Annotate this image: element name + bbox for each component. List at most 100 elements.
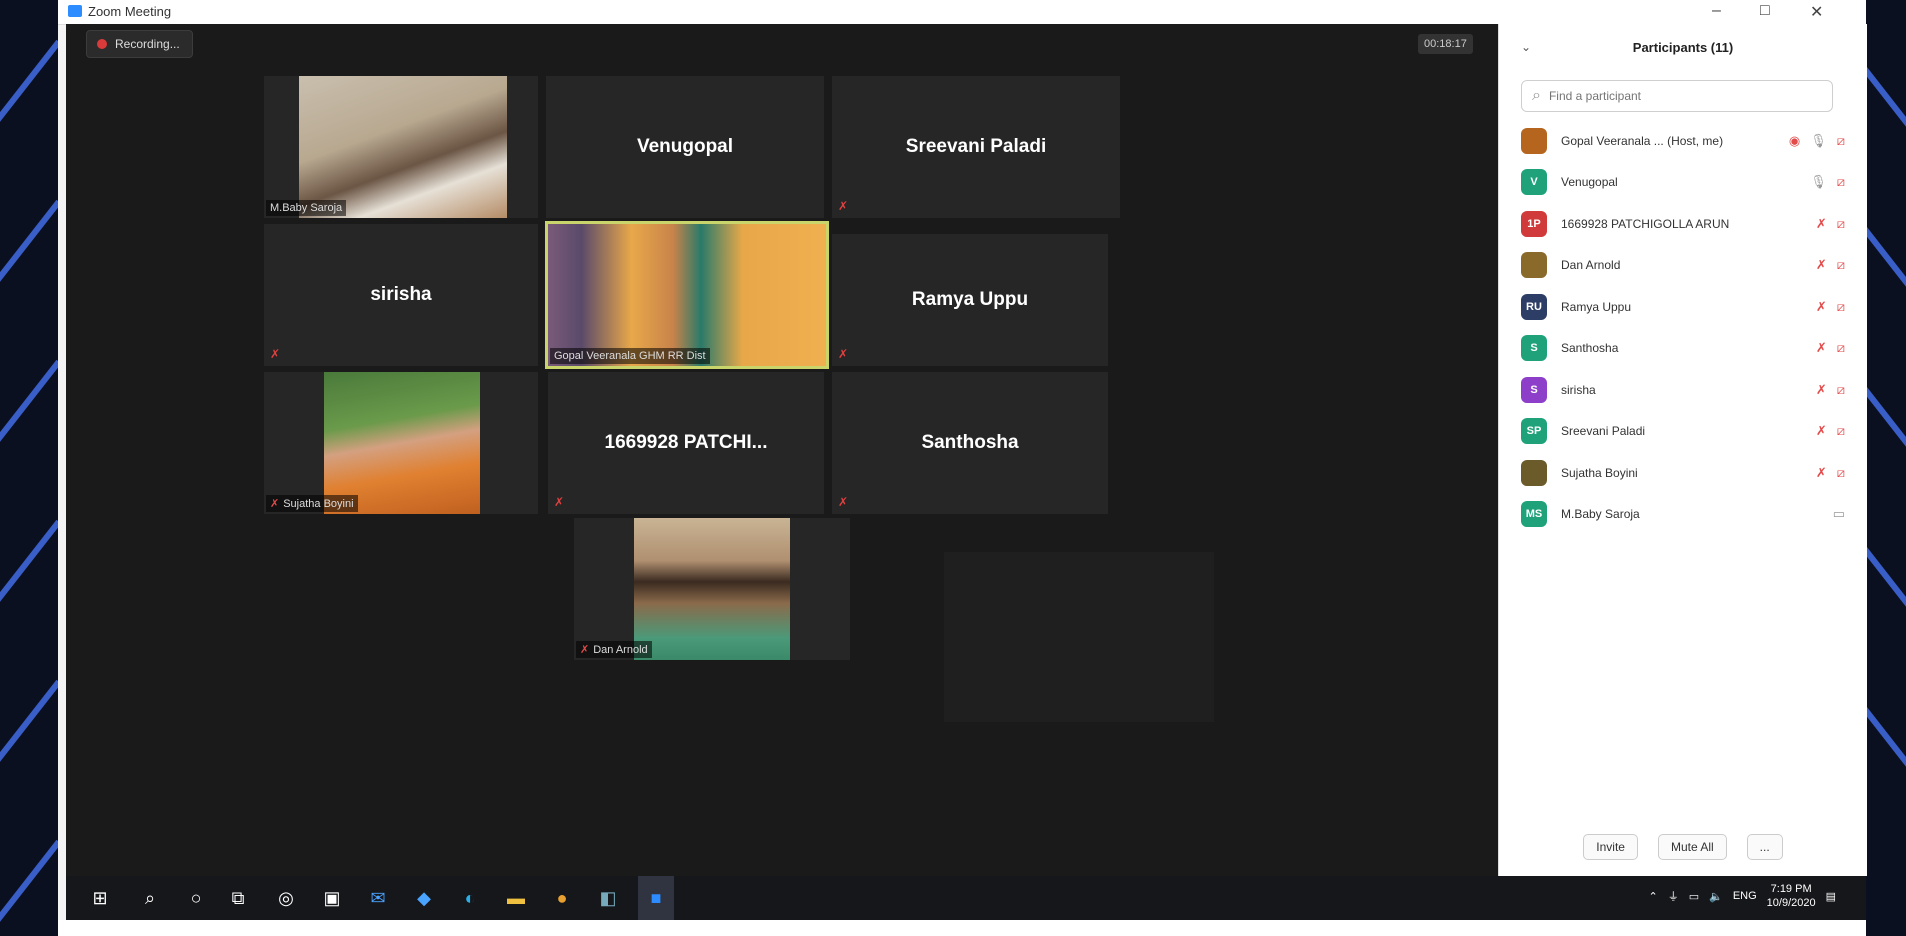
video-tile[interactable]: Venugopal [546,76,824,218]
zoom-app-icon [68,5,82,17]
chevron-up-icon[interactable]: ⌃ [1648,890,1657,903]
active-speaker-tile[interactable]: Gopal Veeranala GHM RR Dist [545,221,829,369]
volume-icon[interactable]: 🔈 [1709,890,1723,903]
invite-button[interactable]: Invite [1583,834,1638,860]
video-off-icon[interactable]: ⧄ [1837,465,1845,481]
participant-name: M.Baby Saroja [1561,507,1640,522]
search-icon[interactable]: ⌕ [138,886,162,910]
mute-all-button[interactable]: Mute All [1657,834,1727,860]
video-off-icon[interactable]: ⧄ [1837,382,1845,398]
video-tile[interactable]: sirisha ✗ [264,224,538,366]
meeting-area: Recording... 00:18:17 M.Baby Saroja Venu… [66,24,1498,876]
mic-muted-icon[interactable]: ✗ [1816,382,1827,398]
windows-start-icon[interactable]: ⊞ [88,886,112,910]
video-off-icon[interactable]: ⧄ [1837,423,1845,439]
mic-icon[interactable]: 🎙 [1810,133,1827,149]
avatar: S [1521,335,1547,362]
cortana-icon[interactable]: ○ [184,886,208,910]
participant-name: Sujatha Boyini [1561,465,1638,480]
participant-video [299,76,507,218]
mic-muted-icon[interactable]: ✗ [1816,216,1827,232]
video-off-icon[interactable]: ⧄ [1837,133,1845,149]
participants-panel: ⌄ Participants (11) ⌕ Gopal Veeranala ..… [1498,24,1867,876]
panel-actions: Invite Mute All ... [1499,834,1867,860]
video-tile[interactable]: Sreevani Paladi ✗ [832,76,1120,218]
participant-name: Gopal Veeranala ... (Host, me) [1561,133,1724,148]
mic-muted-icon: ✗ [554,495,565,509]
edge-icon[interactable]: ◐ [458,886,482,910]
messenger-icon[interactable]: ◆ [412,886,436,910]
tile-name: sirisha [370,284,432,305]
mic-muted-icon[interactable]: ✗ [1816,465,1827,481]
recording-label: Recording... [115,37,180,51]
close-button[interactable]: ✕ [1810,2,1823,22]
participant-row[interactable]: RU Ramya Uppu ✗ ⧄ [1499,286,1867,328]
avatar: V [1521,169,1547,196]
video-tile[interactable]: Santhosha ✗ [832,372,1108,514]
task-view-icon[interactable]: ⧉ [226,886,250,910]
tile-name: 1669928 PATCHI... [604,432,768,453]
avatar: MS [1521,501,1547,528]
record-icon: ◉ [1788,132,1801,148]
chrome-icon[interactable]: ● [550,886,574,910]
mic-muted-icon[interactable]: ✗ [1816,423,1827,439]
participant-row[interactable]: SP Sreevani Paladi ✗ ⧄ [1499,411,1867,453]
store-icon[interactable]: ▣ [320,886,344,910]
browser-icon[interactable]: ◎ [274,886,298,910]
screen-frame: Zoom Meeting – □ ✕ Recording... 00:18:17… [58,0,1867,936]
usb-icon[interactable]: ⏚ [1668,888,1679,904]
file-explorer-icon[interactable]: ▬ [504,886,528,910]
meeting-timer: 00:18:17 [1418,34,1473,54]
tile-label: ✗ Dan Arnold [576,641,652,658]
video-off-icon[interactable]: ⧄ [1837,174,1845,190]
participant-row[interactable]: 1P 1669928 PATCHIGOLLA ARUN ✗ ⧄ [1499,203,1867,245]
video-off-icon[interactable]: ⧄ [1837,257,1845,273]
participant-search[interactable]: ⌕ [1521,80,1833,112]
recording-indicator[interactable]: Recording... [86,30,193,58]
clock[interactable]: 7:19 PM 10/9/2020 [1767,882,1816,910]
network-icon[interactable]: ▭ [1689,890,1699,903]
app-icon[interactable]: ◧ [596,886,620,910]
participants-title: Participants (11) [1632,40,1734,55]
minimize-button[interactable]: – [1712,2,1721,20]
video-tile[interactable]: Ramya Uppu ✗ [832,234,1108,366]
zoom-taskbar-icon[interactable]: ■ [638,876,674,920]
mic-muted-icon[interactable]: ✗ [1816,299,1827,315]
video-off-icon[interactable]: ⧄ [1837,216,1845,232]
participant-row[interactable]: S Santhosha ✗ ⧄ [1499,328,1867,370]
participant-name: Dan Arnold [1561,258,1621,273]
mic-muted-icon[interactable]: ✗ [1816,257,1827,273]
video-tile[interactable]: ✗ Dan Arnold [574,518,850,660]
video-icon[interactable]: ▭ [1833,506,1845,522]
participant-row[interactable]: Sujatha Boyini ✗ ⧄ [1499,452,1867,494]
participant-video [324,372,480,514]
participant-row[interactable]: Gopal Veeranala ... (Host, me) ◉ 🎙 ⧄ [1499,120,1867,162]
mic-icon[interactable]: 🎙 [1810,174,1827,190]
bottom-strip [58,920,1866,936]
mic-muted-icon[interactable]: ✗ [1816,340,1827,356]
video-tile[interactable]: M.Baby Saroja [264,76,538,218]
mic-muted-icon: ✗ [838,495,849,509]
participant-row[interactable]: Dan Arnold ✗ ⧄ [1499,245,1867,287]
participant-name: 1669928 PATCHIGOLLA ARUN [1561,216,1730,231]
video-tile[interactable]: 1669928 PATCHI... ✗ [548,372,824,514]
mic-muted-icon: ✗ [270,498,280,510]
video-off-icon[interactable]: ⧄ [1837,299,1845,315]
video-off-icon[interactable]: ⧄ [1837,340,1845,356]
language-indicator[interactable]: ENG [1733,890,1757,902]
mail-icon[interactable]: ✉ [366,886,390,910]
participant-row[interactable]: S sirisha ✗ ⧄ [1499,369,1867,411]
more-button[interactable]: ... [1746,834,1783,860]
avatar: 1P [1521,210,1547,237]
participant-row[interactable]: V Venugopal 🎙 ⧄ [1499,162,1867,204]
participant-name: sirisha [1561,382,1596,397]
avatar [1521,252,1547,279]
video-tile[interactable]: ✗ Sujatha Boyini [264,372,538,514]
maximize-button[interactable]: □ [1760,2,1770,20]
mic-muted-icon: ✗ [838,347,849,361]
search-input[interactable] [1546,88,1821,104]
participant-video [548,224,826,366]
notifications-icon[interactable]: ▤ [1826,890,1836,903]
participant-row[interactable]: MS M.Baby Saroja ▭ [1499,494,1867,536]
window-title: Zoom Meeting [88,4,172,19]
